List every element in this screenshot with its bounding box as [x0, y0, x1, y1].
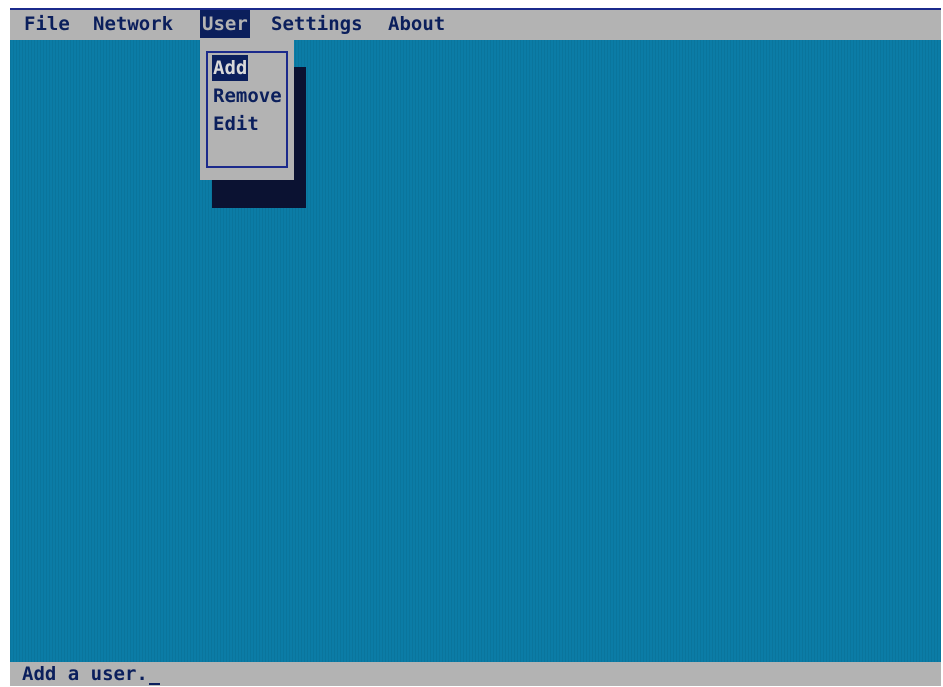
menu-file[interactable]: File — [22, 10, 72, 38]
status-bar: Add a user. — [10, 662, 941, 686]
text-cursor — [148, 683, 160, 685]
menu-settings[interactable]: Settings — [269, 10, 365, 38]
status-text-wrapper: Add a user. — [22, 662, 160, 686]
user-dropdown-menu: Add Remove Edit — [200, 38, 294, 180]
menu-network[interactable]: Network — [91, 10, 175, 38]
status-message: Add a user. — [22, 663, 148, 685]
menu-about[interactable]: About — [386, 10, 447, 38]
menu-option-edit[interactable]: Edit — [212, 111, 260, 137]
menu-option-add[interactable]: Add — [212, 55, 249, 81]
menu-option-remove[interactable]: Remove — [212, 83, 283, 109]
menu-bar: File Network User Settings About — [10, 8, 941, 40]
dropdown-frame: Add Remove Edit — [206, 51, 288, 168]
tui-screen: File Network User Settings About Add Rem… — [10, 8, 941, 686]
menu-user[interactable]: User — [200, 10, 250, 38]
